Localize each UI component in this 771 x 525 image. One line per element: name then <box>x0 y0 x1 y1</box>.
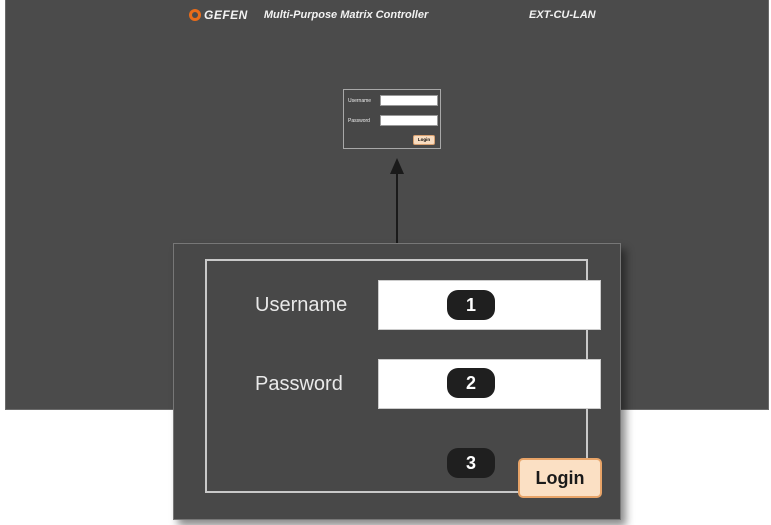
username-row: Username <box>348 95 438 106</box>
zoomed-login-panel: Username 1 Password 2 3 Login <box>173 243 621 520</box>
password-row: Password <box>348 115 438 126</box>
password-input[interactable] <box>380 115 438 126</box>
login-panel: Username Password Login <box>343 89 441 149</box>
callout-badge-2: 2 <box>447 368 495 398</box>
callout-arrow-line <box>396 172 398 244</box>
gefen-logo-icon <box>189 9 201 21</box>
callout-badge-3: 3 <box>447 448 495 478</box>
model-number: EXT-CU-LAN <box>529 9 596 21</box>
username-label: Username <box>348 97 372 104</box>
zoom-password-label: Password <box>255 373 343 395</box>
callout-badge-1: 1 <box>447 290 495 320</box>
gefen-logo: GEFEN <box>189 8 248 22</box>
zoomed-login-frame: Username 1 Password 2 3 Login <box>205 259 602 498</box>
zoom-login-button[interactable]: Login <box>518 458 602 498</box>
password-label: Password <box>348 117 370 124</box>
app-header: GEFEN Multi-Purpose Matrix Controller EX… <box>189 6 596 24</box>
zoom-username-label: Username <box>255 294 348 316</box>
brand-name: GEFEN <box>204 8 248 22</box>
login-button[interactable]: Login <box>413 135 435 145</box>
username-input[interactable] <box>380 95 438 106</box>
app-title: Multi-Purpose Matrix Controller <box>263 9 429 21</box>
